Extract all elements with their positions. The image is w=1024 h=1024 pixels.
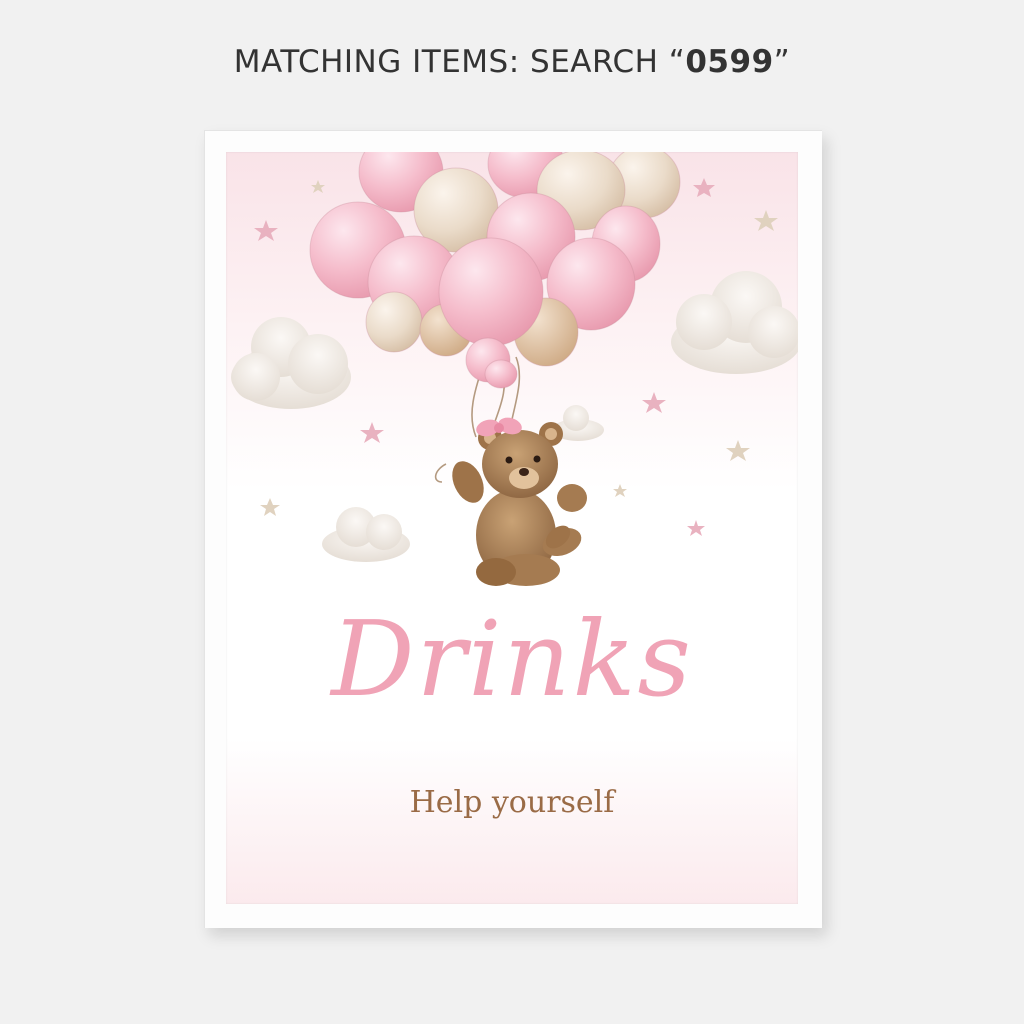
search-code: 0599	[685, 44, 774, 80]
cloud-icon	[322, 507, 410, 562]
teddy-bear	[452, 422, 587, 586]
header-prefix: MATCHING ITEMS: SEARCH “	[233, 44, 686, 80]
header-suffix: ”	[773, 44, 791, 80]
poster-title: Drinks	[331, 598, 693, 720]
balloons-cluster	[309, 152, 681, 389]
poster-subtitle: Help yourself	[409, 785, 615, 820]
cloud-icon	[231, 317, 351, 409]
poster-print: Drinks Help yourself	[226, 152, 798, 904]
listing-header: MATCHING ITEMS: SEARCH “0599”	[0, 44, 1024, 80]
cloud-icon	[671, 271, 798, 374]
